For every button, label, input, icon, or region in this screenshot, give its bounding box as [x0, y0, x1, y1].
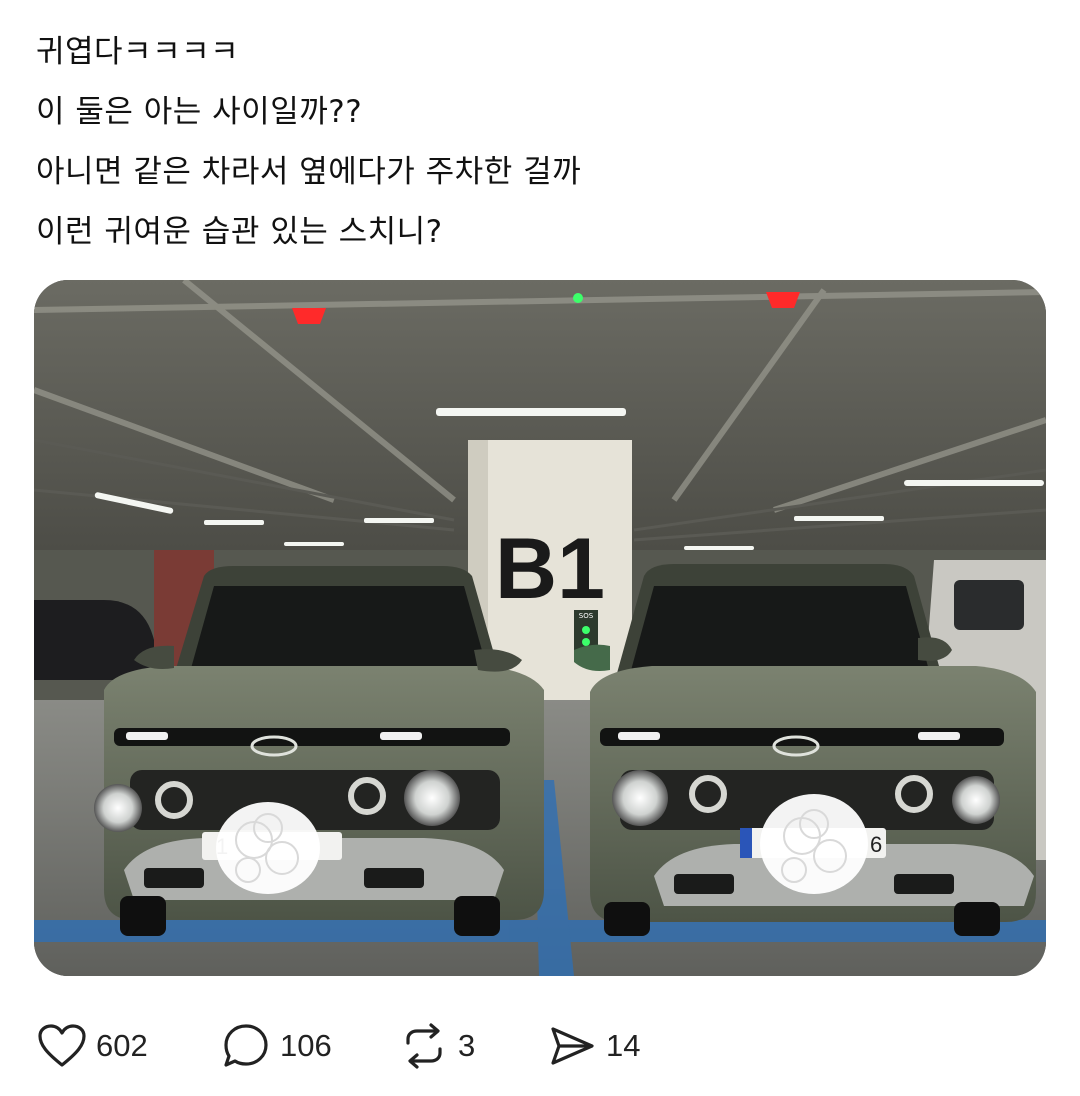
share-button[interactable]: 14 — [546, 1018, 666, 1074]
pillar-sign: B1 — [495, 521, 605, 617]
like-button[interactable]: 602 — [36, 1018, 220, 1074]
sos-label: SOS — [579, 612, 594, 620]
post-text: 귀엽다ㅋㅋㅋㅋ 이 둘은 아는 사이일까?? 아니면 같은 차라서 옆에다가 주… — [36, 22, 1036, 262]
heart-icon — [36, 1020, 88, 1072]
share-icon — [546, 1020, 598, 1072]
repost-button[interactable]: 3 — [398, 1018, 546, 1074]
post-line-3: 아니면 같은 차라서 옆에다가 주차한 걸까 — [36, 154, 582, 190]
post-line-1: 귀엽다ㅋㅋㅋㅋ — [36, 34, 240, 70]
repost-count: 3 — [458, 1028, 476, 1063]
post-photo[interactable]: B1 SOS 6 — [34, 280, 1046, 976]
repost-icon — [398, 1020, 450, 1072]
post-line-2: 이 둘은 아는 사이일까?? — [36, 94, 363, 130]
like-count: 602 — [96, 1028, 148, 1063]
parking-garage-photo: B1 SOS 6 — [34, 280, 1046, 976]
reply-count: 106 — [280, 1028, 332, 1063]
post-line-4: 이런 귀여운 습관 있는 스치니? — [36, 214, 443, 250]
comment-icon — [220, 1020, 272, 1072]
right-plate-digit: 6 — [870, 832, 882, 857]
share-count: 14 — [606, 1028, 641, 1063]
post-actions: 602 106 3 14 — [36, 1018, 666, 1074]
reply-button[interactable]: 106 — [220, 1018, 398, 1074]
